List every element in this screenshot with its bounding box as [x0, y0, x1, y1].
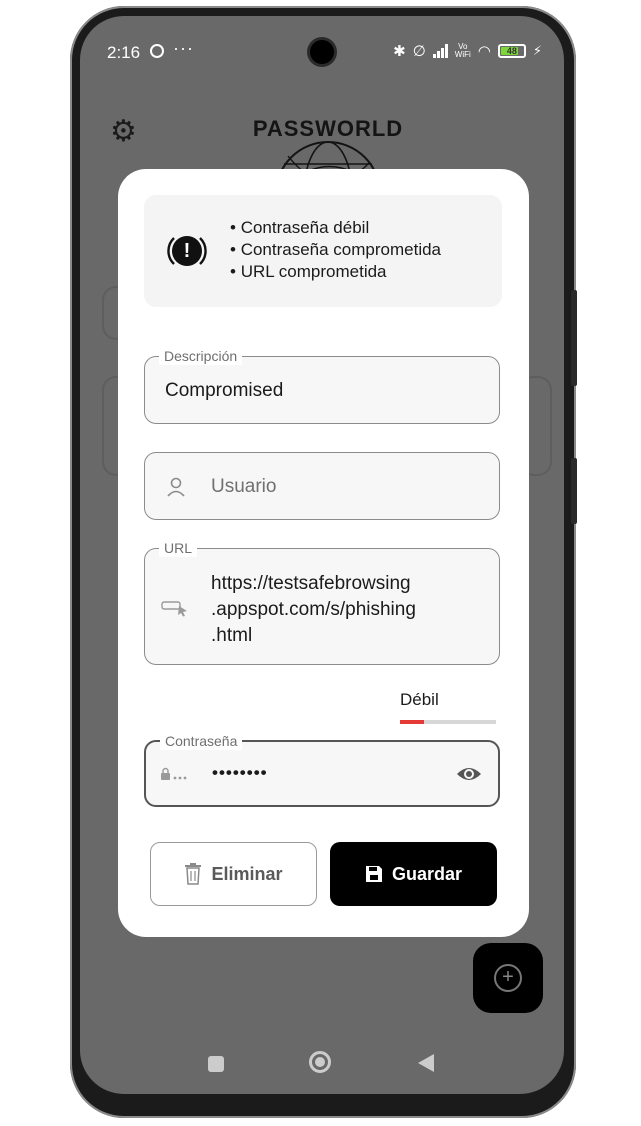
warning-box: ! Contraseña débil Contraseña comprometi… — [144, 195, 502, 307]
gear-icon[interactable]: ⚙ — [110, 114, 137, 149]
person-icon — [167, 477, 185, 497]
navigation-bar — [80, 1044, 564, 1084]
password-field[interactable]: Contraseña •••••••• — [144, 732, 500, 807]
recents-button[interactable] — [208, 1056, 224, 1072]
vowifi-icon: Vo WiFi — [454, 42, 471, 59]
url-label: URL — [159, 539, 198, 557]
volume-button — [571, 458, 577, 524]
whatsapp-icon — [150, 44, 164, 58]
save-button[interactable]: Guardar — [330, 842, 497, 906]
plus-icon: + — [494, 964, 522, 992]
delete-label: Eliminar — [211, 863, 283, 884]
exclamation-icon: ! — [166, 230, 208, 272]
back-button[interactable] — [418, 1054, 434, 1072]
floppy-icon — [365, 866, 382, 882]
status-bar: 2:16 ··· ✱ ∅ Vo WiFi ◠ 48 ⚡ — [80, 16, 564, 72]
home-button[interactable] — [309, 1051, 331, 1073]
system-icons: ✱ ∅ Vo WiFi ◠ 48 ⚡ — [393, 42, 542, 61]
logo-text: PASSWORLD — [252, 116, 404, 141]
bluetooth-icon: ✱ — [393, 43, 406, 60]
user-field[interactable]: Usuario — [144, 452, 500, 520]
signal-icon — [432, 44, 448, 58]
description-field[interactable]: Descripción Compromised — [144, 347, 500, 424]
power-button — [571, 290, 577, 386]
trash-icon — [185, 863, 202, 885]
description-value: Compromised — [165, 380, 284, 401]
lock-dots-icon — [161, 767, 187, 780]
url-value: https://testsafebrowsing .appspot.com/s/… — [211, 573, 416, 646]
warning-list: Contraseña débil Contraseña comprometida… — [230, 217, 441, 283]
link-cursor-icon — [161, 601, 187, 617]
wifi-icon: ◠ — [477, 43, 491, 60]
strength-meter — [400, 720, 496, 724]
front-camera — [310, 40, 334, 64]
add-button[interactable]: + — [473, 943, 543, 1013]
save-label: Guardar — [391, 863, 463, 884]
password-value: •••••••• — [212, 763, 268, 782]
url-field[interactable]: URL https://testsafebrowsing .appspot.co… — [144, 539, 500, 665]
password-label: Contraseña — [160, 732, 243, 750]
charging-icon: ⚡ — [532, 43, 542, 58]
battery-icon: 48 — [497, 44, 526, 58]
bell-muted-icon: ∅ — [412, 43, 426, 60]
more-notifications-icon: ··· — [173, 38, 194, 58]
delete-button[interactable]: Eliminar — [150, 842, 317, 906]
warning-item: Contraseña comprometida — [230, 239, 441, 261]
strength-label: Débil — [400, 690, 439, 709]
user-placeholder: Usuario — [211, 476, 277, 497]
description-label: Descripción — [159, 347, 243, 365]
eye-icon[interactable] — [456, 765, 482, 783]
warning-item: Contraseña débil — [230, 217, 441, 239]
strength-fill — [400, 720, 424, 724]
edit-password-dialog: ! Contraseña débil Contraseña comprometi… — [118, 169, 529, 937]
status-time: 2:16 — [107, 43, 141, 62]
warning-item: URL comprometida — [230, 261, 441, 283]
